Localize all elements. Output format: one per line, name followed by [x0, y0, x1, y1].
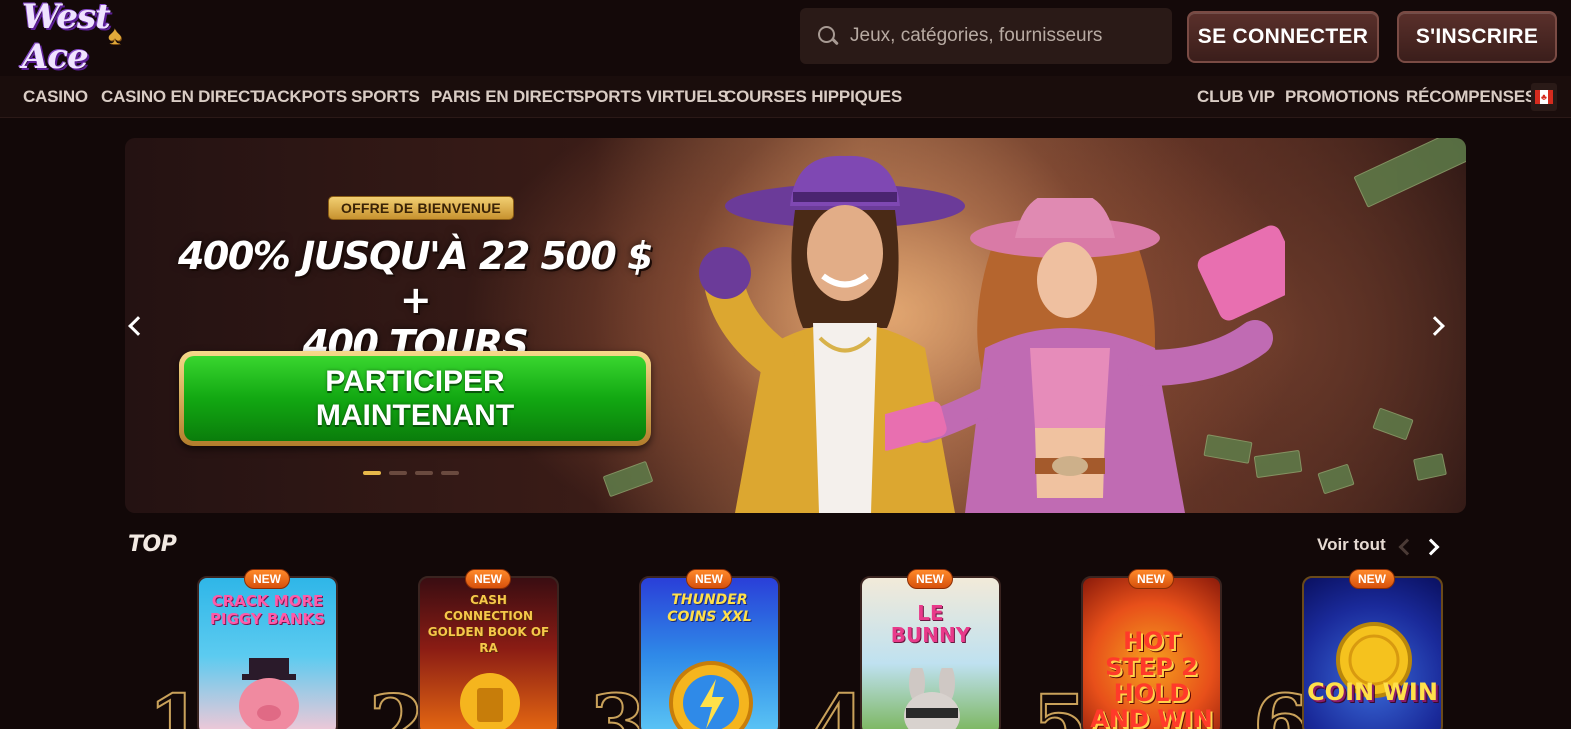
golden-book-image	[460, 673, 520, 729]
nav-item-promotions[interactable]: PROMOTIONS	[1285, 87, 1399, 107]
rank-number: 3	[589, 677, 647, 729]
thunder-coin-image	[669, 661, 753, 729]
hero-banner[interactable]: OFFRE DE BIENVENUE 400% JUSQU'À 22 500 $…	[125, 138, 1466, 513]
nav-item-jackpots[interactable]: JACKPOTS	[256, 87, 347, 107]
new-badge: NEW	[907, 569, 953, 589]
cta-label-line1: PARTICIPER	[325, 364, 505, 398]
piggy-character-image	[239, 658, 299, 729]
offer-headline: 400% JUSQU'À 22 500 $ + 400 TOURS	[165, 234, 665, 366]
new-badge: NEW	[465, 569, 511, 589]
rank-number: 2	[368, 677, 426, 729]
carousel-next-chevron-icon[interactable]	[1423, 311, 1453, 341]
rank-number: 1	[147, 677, 205, 729]
main-nav: CASINO CASINO EN DIRECT JACKPOTS SPORTS …	[0, 76, 1571, 118]
west-ace-logo[interactable]: West Ace ♠	[22, 0, 182, 77]
top-header: West Ace ♠ SE CONNECTER S'INSCRIRE	[0, 0, 1571, 77]
carousel-dot[interactable]	[389, 471, 407, 475]
nav-item-vip-club[interactable]: CLUB VIP	[1197, 87, 1275, 107]
cowgirl-character-image	[885, 198, 1285, 513]
nav-item-live-casino[interactable]: CASINO EN DIRECT	[101, 87, 260, 107]
carousel-dot[interactable]	[415, 471, 433, 475]
top-section-title: TOP	[128, 532, 177, 557]
search-icon	[816, 24, 840, 48]
section-next-chevron-icon[interactable]	[1422, 535, 1444, 557]
game-title: HOT STEP 2 HOLD AND WIN	[1090, 627, 1213, 729]
search-input[interactable]	[850, 25, 1150, 47]
nav-item-virtual-sports[interactable]: SPORTS VIRTUELS	[573, 87, 729, 107]
money-bill-image	[1353, 138, 1466, 208]
participate-now-button-face: PARTICIPER MAINTENANT	[184, 356, 646, 441]
new-badge: NEW	[686, 569, 732, 589]
nav-item-sports[interactable]: SPORTS	[351, 87, 420, 107]
section-prev-chevron-icon[interactable]	[1393, 535, 1415, 557]
money-bill-image	[1413, 453, 1447, 481]
participate-now-button[interactable]: PARTICIPER MAINTENANT	[179, 351, 651, 446]
rank-number: 4	[810, 677, 868, 729]
nav-item-casino[interactable]: CASINO	[23, 87, 88, 107]
game-title: COIN WIN	[1307, 678, 1438, 706]
logo-text: West Ace	[22, 0, 111, 77]
nav-item-rewards[interactable]: RÉCOMPENSES	[1406, 87, 1536, 107]
see-all-link[interactable]: Voir tout	[1317, 535, 1386, 555]
game-title: THUNDER COINS XXL	[667, 592, 752, 625]
language-selector[interactable]: ♣	[1531, 83, 1557, 111]
login-button[interactable]: SE CONNECTER	[1187, 11, 1379, 63]
game-tile-thunder-coins-xxl[interactable]: THUNDER COINS XXL	[639, 576, 780, 729]
rank-number: 5	[1031, 677, 1089, 729]
game-tile-golden-book-of-ra[interactable]: CASH CONNECTION GOLDEN BOOK OF RA	[418, 576, 559, 729]
money-bill-image	[1317, 463, 1355, 495]
carousel-dot[interactable]	[441, 471, 459, 475]
canada-flag-icon: ♣	[1535, 90, 1553, 104]
money-bill-image	[1372, 407, 1414, 441]
game-tile-coin-win[interactable]: COIN WIN	[1302, 576, 1443, 729]
game-tile-crack-more-piggy-banks[interactable]: CRACK MORE PIGGY BANKS	[197, 576, 338, 729]
game-title: CASH CONNECTION GOLDEN BOOK OF RA	[427, 593, 550, 655]
new-badge: NEW	[1128, 569, 1174, 589]
nav-item-live-betting[interactable]: PARIS EN DIRECT	[431, 87, 575, 107]
register-button[interactable]: S'INSCRIRE	[1397, 11, 1557, 63]
cta-label-line2: MAINTENANT	[315, 398, 515, 432]
welcome-offer-badge: OFFRE DE BIENVENUE	[328, 196, 514, 220]
game-title: CRACK MORE PIGGY BANKS	[210, 592, 325, 628]
carousel-dot[interactable]	[363, 471, 381, 475]
game-title: LE BUNNY	[890, 601, 971, 647]
carousel-dots	[363, 471, 459, 475]
nav-item-horse-racing[interactable]: COURSES HIPPIQUES	[724, 87, 902, 107]
spade-icon: ♠	[108, 20, 122, 50]
game-tile-le-bunny[interactable]: LE BUNNY	[860, 576, 1001, 729]
game-tile-hot-step-2[interactable]: HOT STEP 2 HOLD AND WIN	[1081, 576, 1222, 729]
new-badge: NEW	[244, 569, 290, 589]
rank-number: 6	[1252, 677, 1310, 729]
search-bar[interactable]	[800, 8, 1172, 64]
new-badge: NEW	[1349, 569, 1395, 589]
offer-headline-line1: 400% JUSQU'À 22 500 $ +	[177, 234, 654, 322]
bunny-character-image	[904, 668, 960, 729]
carousel-prev-chevron-icon[interactable]	[120, 311, 150, 341]
